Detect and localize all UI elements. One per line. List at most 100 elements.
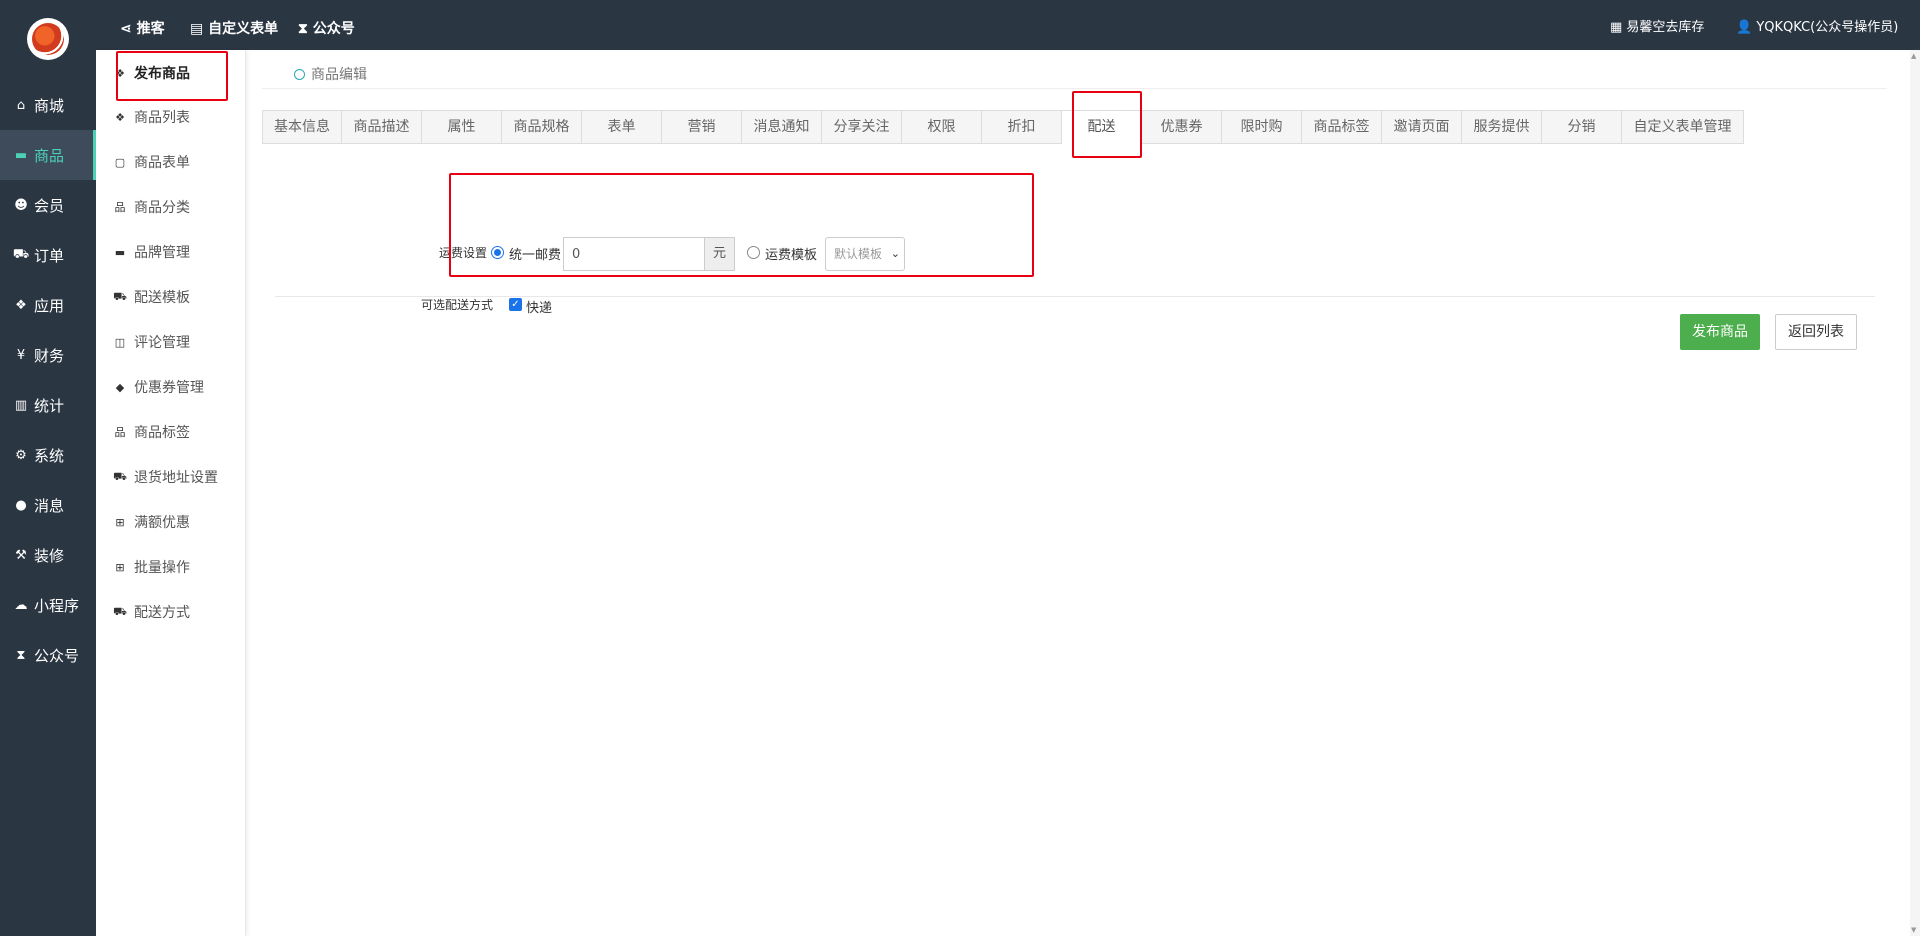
home-icon: ⌂: [16, 97, 26, 113]
apps-icon: ❖: [15, 297, 27, 313]
tab-form[interactable]: 表单: [582, 110, 662, 144]
tab-distribution[interactable]: 分销: [1542, 110, 1622, 144]
users-icon: ☻: [14, 197, 28, 213]
subnav-item-coupons[interactable]: ◆ 优惠券管理: [112, 374, 204, 400]
unified-fee-radio[interactable]: [491, 246, 504, 259]
delivery-methods-label: 可选配送方式: [421, 298, 494, 312]
express-checkbox[interactable]: ✓: [509, 298, 522, 311]
sidebar-item-miniprogram[interactable]: ☁ 小程序: [0, 580, 96, 630]
tab-attributes[interactable]: 属性: [422, 110, 502, 144]
sidebar-item-label: 会员: [34, 196, 65, 215]
tab-custom-form-management[interactable]: 自定义表单管理: [1622, 110, 1744, 144]
subnav-item-brand[interactable]: ▬ 品牌管理: [112, 239, 190, 265]
logo-mark: [32, 23, 64, 55]
logo-badge: [27, 18, 69, 60]
sidebar-item-official-account[interactable]: ⧗ 公众号: [0, 630, 96, 680]
subnav-item-delivery-methods[interactable]: ⛟ 配送方式: [112, 599, 190, 625]
user-menu[interactable]: 👤 YQKQKC(公众号操作员): [1736, 16, 1898, 35]
header-link-promoter[interactable]: ⋖ 推客: [120, 18, 165, 38]
share-icon: ⋖: [120, 21, 137, 37]
main-sidebar: ⌂ 商城 ▬ 商品 ☻ 会员 ⛟ 订单 ❖ 应用 ¥ 财务 ▥ 统计 ⚙ 系统 ● 消息 ⚒ 装修 …: [0, 0, 96, 936]
cart-icon: ⛟: [12, 246, 30, 262]
select-value: 默认模板: [834, 247, 883, 261]
subnav-item-shipping-template[interactable]: ⛟ 配送模板: [112, 284, 190, 310]
publish-goods-button[interactable]: 发布商品: [1680, 314, 1760, 350]
subnav-label: 满额优惠: [134, 515, 190, 531]
subnav-label: 退货地址设置: [134, 470, 218, 486]
chevron-down-icon: ⌄: [890, 247, 900, 260]
tags-icon: ◆: [115, 380, 125, 394]
subnav-item-goods-tags[interactable]: 品商品标签: [112, 419, 191, 445]
sidebar-item-stats[interactable]: ▥ 统计: [0, 380, 96, 430]
logo[interactable]: [0, 0, 96, 78]
tab-description[interactable]: 商品描述: [342, 110, 422, 144]
hourglass-icon: ⧗: [16, 647, 26, 663]
sidebar-item-mall[interactable]: ⌂ 商城: [0, 80, 96, 130]
tab-notifications[interactable]: 消息通知: [742, 110, 822, 144]
gift-icon: ⊞: [115, 515, 125, 529]
cubes-icon: ❖: [115, 110, 125, 124]
truck-icon: ⛟: [113, 469, 127, 483]
subnav-item-return-address[interactable]: ⛟ 退货地址设置: [112, 464, 218, 490]
sidebar-item-label: 商品: [34, 146, 65, 165]
express-label: 快递: [526, 301, 553, 316]
tab-discount[interactable]: 折扣: [982, 110, 1062, 144]
gift-icon: ⊞: [115, 560, 125, 574]
subnav-item-goods-category[interactable]: 品商品分类: [112, 194, 191, 220]
sidebar-item-apps[interactable]: ❖ 应用: [0, 280, 96, 330]
sidebar-item-orders[interactable]: ⛟ 订单: [0, 230, 96, 280]
tab-share-follow[interactable]: 分享关注: [822, 110, 902, 144]
subnav-label: 商品列表: [134, 110, 190, 126]
tab-permissions[interactable]: 权限: [902, 110, 982, 144]
tab-services[interactable]: 服务提供: [1462, 110, 1542, 144]
scroll-down-icon[interactable]: ▼: [1911, 926, 1916, 934]
subnav-item-batch-ops[interactable]: ⊞ 批量操作: [112, 554, 190, 580]
subnav-label: 优惠券管理: [134, 380, 204, 396]
goods-icon: ▬: [14, 147, 28, 163]
header-link-official-account[interactable]: ⧗ 公众号: [298, 18, 355, 38]
page-scrollbar[interactable]: ▲ ▼: [1910, 50, 1920, 936]
fee-template-select[interactable]: 默认模板 ⌄: [825, 237, 905, 271]
fee-template-label: 运费模板: [765, 248, 818, 263]
grid-icon: ▦: [1610, 20, 1627, 35]
sidebar-item-system[interactable]: ⚙ 系统: [0, 430, 96, 480]
gears-icon: ⚙: [15, 447, 27, 463]
fee-input[interactable]: [563, 237, 705, 271]
subnav-item-comments[interactable]: ◫ 评论管理: [112, 329, 190, 355]
store-switcher[interactable]: ▦ 易馨空去库存: [1610, 16, 1704, 35]
subnav-item-publish-goods[interactable]: ❖ 发布商品: [112, 60, 190, 86]
truck-icon: ⛟: [113, 289, 127, 303]
subnav-item-full-discount[interactable]: ⊞ 满额优惠: [112, 509, 190, 535]
breadcrumb-divider: [262, 88, 1887, 89]
subnav-item-goods-form[interactable]: ▢ 商品表单: [112, 149, 190, 175]
tab-delivery[interactable]: 配送: [1062, 110, 1142, 144]
sidebar-item-label: 应用: [34, 296, 65, 315]
tab-goods-tags[interactable]: 商品标签: [1302, 110, 1382, 144]
sidebar-item-label: 小程序: [34, 596, 80, 615]
sidebar-item-goods[interactable]: ▬ 商品: [0, 130, 96, 180]
back-to-list-button[interactable]: 返回列表: [1775, 314, 1857, 350]
sidebar-item-messages[interactable]: ● 消息: [0, 480, 96, 530]
tab-flash-sale[interactable]: 限时购: [1222, 110, 1302, 144]
header-link-custom-form[interactable]: ▤ 自定义表单: [190, 18, 278, 38]
sidebar-item-label: 统计: [34, 396, 65, 415]
briefcase-icon: ▬: [114, 245, 126, 259]
form-divider: [275, 296, 1875, 297]
tab-marketing[interactable]: 营销: [662, 110, 742, 144]
yen-icon: ¥: [16, 347, 26, 363]
tab-basic-info[interactable]: 基本信息: [262, 110, 342, 144]
tab-coupons[interactable]: 优惠券: [1142, 110, 1222, 144]
subnav-item-goods-list[interactable]: ❖ 商品列表: [112, 104, 190, 130]
sidebar-item-members[interactable]: ☻ 会员: [0, 180, 96, 230]
fee-template-radio[interactable]: [747, 246, 760, 259]
gavel-icon: ⚒: [15, 547, 27, 563]
scroll-up-icon[interactable]: ▲: [1911, 52, 1916, 60]
sidebar-item-decoration[interactable]: ⚒ 装修: [0, 530, 96, 580]
sidebar-item-label: 装修: [34, 546, 65, 565]
subnav-label: 配送模板: [134, 290, 190, 306]
sidebar-item-finance[interactable]: ¥ 财务: [0, 330, 96, 380]
tab-invite-page[interactable]: 邀请页面: [1382, 110, 1462, 144]
tab-specs[interactable]: 商品规格: [502, 110, 582, 144]
goods-edit-tabs: 基本信息 商品描述 属性 商品规格 表单 营销 消息通知 分享关注 权限 折扣 …: [262, 110, 1744, 144]
truck-icon: ⛟: [113, 604, 127, 618]
